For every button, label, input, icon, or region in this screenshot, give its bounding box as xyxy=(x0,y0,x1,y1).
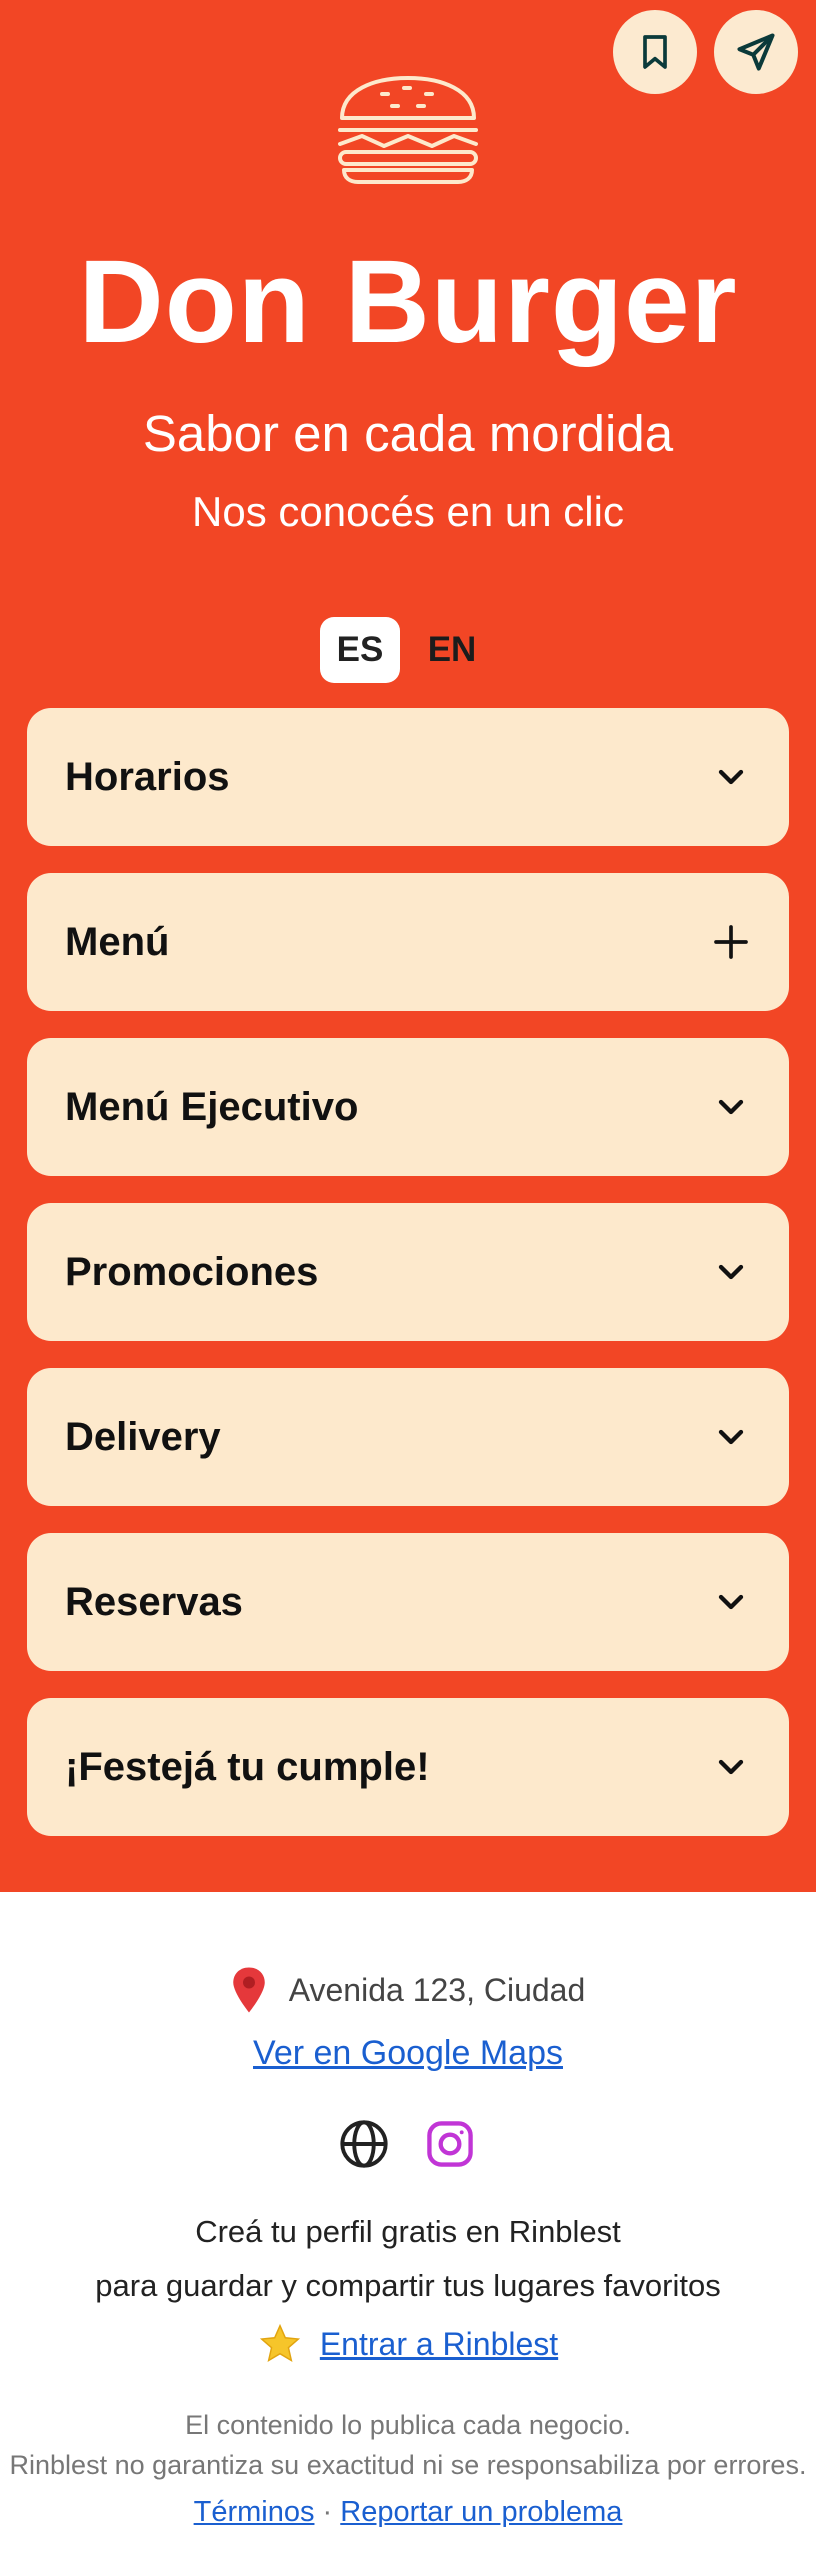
star-icon xyxy=(259,2323,300,2363)
enter-rinblest-link[interactable]: Entrar a Rinblest xyxy=(320,2326,558,2363)
enter-row: Entrar a Rinblest xyxy=(0,2322,816,2366)
address-text: Avenida 123, Ciudad xyxy=(288,1971,586,2008)
section-horarios[interactable]: Horarios xyxy=(27,708,789,846)
cta-line-1: Creá tu perfil gratis en Rinblest xyxy=(195,2214,621,2249)
section-label: Promociones xyxy=(65,1249,319,1294)
chevron-down-icon xyxy=(718,769,744,785)
section-delivery[interactable]: Delivery xyxy=(27,1368,789,1506)
google-maps-link[interactable]: Ver en Google Maps xyxy=(0,2034,816,2073)
legal-links: Términos · Reportar un problema xyxy=(0,2496,816,2529)
bookmark-button[interactable] xyxy=(613,10,697,94)
chevron-down-icon xyxy=(718,1264,744,1280)
section-label: Menú xyxy=(65,919,170,964)
burger-icon xyxy=(338,76,478,184)
section-label: Menú Ejecutivo xyxy=(65,1084,359,1129)
disclaimer-line-1: El contenido lo publica cada negocio. xyxy=(185,2410,631,2440)
disclaimer-line-2: Rinblest no garantiza su exactitud ni se… xyxy=(9,2450,807,2480)
address-row: Avenida 123, Ciudad xyxy=(0,1966,816,2014)
plus-icon xyxy=(714,925,748,959)
section-label: Delivery xyxy=(65,1414,221,1459)
terms-link[interactable]: Términos xyxy=(194,2496,315,2528)
chevron-down-icon xyxy=(718,1759,744,1775)
link-separator: · xyxy=(322,2496,333,2528)
chevron-down-icon xyxy=(718,1594,744,1610)
hero-section: Don Burger Sabor en cada mordida Nos con… xyxy=(0,0,816,1892)
section-reservas[interactable]: Reservas xyxy=(27,1533,789,1671)
section-menu[interactable]: Menú xyxy=(27,873,789,1011)
language-es-button[interactable]: ES xyxy=(320,617,400,683)
section-label: ¡Festejá tu cumple! xyxy=(65,1744,430,1789)
bookmark-icon xyxy=(643,35,667,69)
report-problem-link[interactable]: Reportar un problema xyxy=(340,2496,622,2528)
page-subtitle: Sabor en cada mordida xyxy=(142,405,674,462)
map-pin-icon xyxy=(232,1967,265,2013)
globe-icon[interactable] xyxy=(338,2118,390,2170)
page-tagline: Nos conocés en un clic xyxy=(192,488,624,535)
language-en-button[interactable]: EN xyxy=(412,617,492,683)
instagram-icon[interactable] xyxy=(424,2118,476,2170)
page-title: Don Burger xyxy=(78,236,738,368)
section-promociones[interactable]: Promociones xyxy=(27,1203,789,1341)
section-label: Reservas xyxy=(65,1579,243,1624)
chevron-down-icon xyxy=(718,1099,744,1115)
section-cumple[interactable]: ¡Festejá tu cumple! xyxy=(27,1698,789,1836)
send-icon xyxy=(737,33,775,71)
chevron-down-icon xyxy=(718,1429,744,1445)
section-label: Horarios xyxy=(65,754,230,799)
cta-line-2: para guardar y compartir tus lugares fav… xyxy=(95,2268,721,2303)
section-menu-ejecutivo[interactable]: Menú Ejecutivo xyxy=(27,1038,789,1176)
share-button[interactable] xyxy=(714,10,798,94)
